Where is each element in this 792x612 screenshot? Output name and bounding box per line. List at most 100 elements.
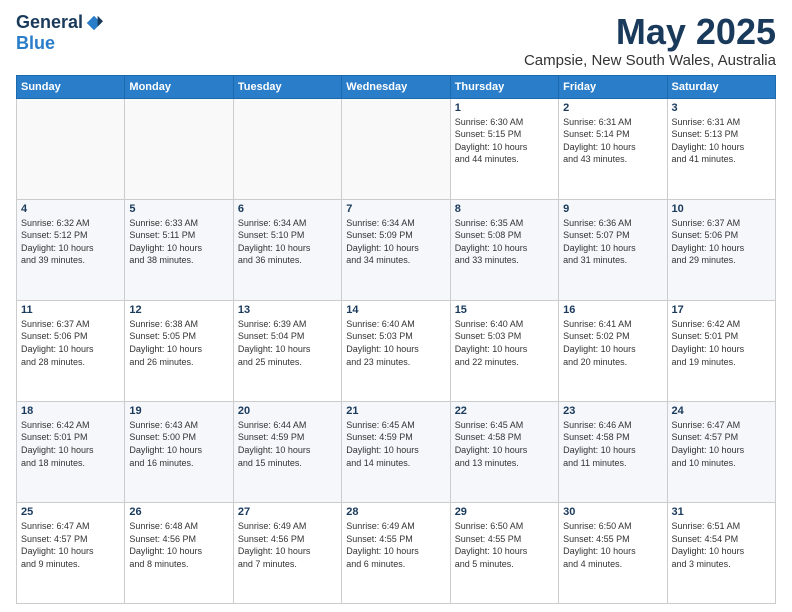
day-info: Sunrise: 6:31 AM Sunset: 5:13 PM Dayligh…: [672, 116, 771, 166]
day-number: 23: [563, 405, 662, 417]
day-info: Sunrise: 6:43 AM Sunset: 5:00 PM Dayligh…: [129, 419, 228, 469]
day-number: 8: [455, 203, 554, 215]
calendar-week-row: 25Sunrise: 6:47 AM Sunset: 4:57 PM Dayli…: [17, 502, 776, 603]
weekday-header: Saturday: [667, 75, 775, 98]
calendar-day-cell: [342, 98, 450, 199]
day-info: Sunrise: 6:42 AM Sunset: 5:01 PM Dayligh…: [21, 419, 120, 469]
day-number: 6: [238, 203, 337, 215]
day-number: 7: [346, 203, 445, 215]
day-info: Sunrise: 6:33 AM Sunset: 5:11 PM Dayligh…: [129, 217, 228, 267]
day-info: Sunrise: 6:34 AM Sunset: 5:09 PM Dayligh…: [346, 217, 445, 267]
day-info: Sunrise: 6:37 AM Sunset: 5:06 PM Dayligh…: [21, 318, 120, 368]
day-info: Sunrise: 6:48 AM Sunset: 4:56 PM Dayligh…: [129, 520, 228, 570]
day-number: 1: [455, 102, 554, 114]
calendar-day-cell: 30 Sunrise: 6:50 AM Sunset: 4:55 PM Dayli…: [559, 502, 667, 603]
day-number: 5: [129, 203, 228, 215]
calendar-day-cell: 7 Sunrise: 6:34 AM Sunset: 5:09 PM Daylig…: [342, 199, 450, 300]
calendar-day-cell: 17 Sunrise: 6:42 AM Sunset: 5:01 PM Dayli…: [667, 300, 775, 401]
weekday-header: Sunday: [17, 75, 125, 98]
day-number: 4: [21, 203, 120, 215]
day-number: 29: [455, 506, 554, 518]
calendar-day-cell: 20 Sunrise: 6:44 AM Sunset: 4:59 PM Dayli…: [233, 401, 341, 502]
calendar-day-cell: 28 Sunrise: 6:49 AM Sunset: 4:55 PM Dayli…: [342, 502, 450, 603]
day-number: 14: [346, 304, 445, 316]
calendar-day-cell: 14 Sunrise: 6:40 AM Sunset: 5:03 PM Dayli…: [342, 300, 450, 401]
calendar-day-cell: 6 Sunrise: 6:34 AM Sunset: 5:10 PM Daylig…: [233, 199, 341, 300]
day-number: 26: [129, 506, 228, 518]
day-number: 27: [238, 506, 337, 518]
day-info: Sunrise: 6:45 AM Sunset: 4:59 PM Dayligh…: [346, 419, 445, 469]
day-number: 22: [455, 405, 554, 417]
weekday-header: Thursday: [450, 75, 558, 98]
day-info: Sunrise: 6:44 AM Sunset: 4:59 PM Dayligh…: [238, 419, 337, 469]
day-info: Sunrise: 6:47 AM Sunset: 4:57 PM Dayligh…: [672, 419, 771, 469]
calendar-day-cell: 16Sunrise: 6:41 AM Sunset: 5:02 PM Dayli…: [559, 300, 667, 401]
day-number: 16: [563, 304, 662, 316]
calendar-day-cell: 5 Sunrise: 6:33 AM Sunset: 5:11 PM Daylig…: [125, 199, 233, 300]
weekday-header: Monday: [125, 75, 233, 98]
calendar-day-cell: 19 Sunrise: 6:43 AM Sunset: 5:00 PM Dayli…: [125, 401, 233, 502]
day-number: 11: [21, 304, 120, 316]
weekday-header: Tuesday: [233, 75, 341, 98]
weekday-header: Wednesday: [342, 75, 450, 98]
day-info: Sunrise: 6:34 AM Sunset: 5:10 PM Dayligh…: [238, 217, 337, 267]
day-info: Sunrise: 6:50 AM Sunset: 4:55 PM Dayligh…: [455, 520, 554, 570]
logo-general: General: [16, 12, 83, 33]
calendar-week-row: 4 Sunrise: 6:32 AM Sunset: 5:12 PM Daylig…: [17, 199, 776, 300]
calendar-header-row: SundayMondayTuesdayWednesdayThursdayFrid…: [17, 75, 776, 98]
day-number: 30: [563, 506, 662, 518]
month-title: May 2025: [524, 12, 776, 52]
calendar-day-cell: 9 Sunrise: 6:36 AM Sunset: 5:07 PM Daylig…: [559, 199, 667, 300]
calendar-day-cell: 23 Sunrise: 6:46 AM Sunset: 4:58 PM Dayli…: [559, 401, 667, 502]
calendar-day-cell: 29 Sunrise: 6:50 AM Sunset: 4:55 PM Dayli…: [450, 502, 558, 603]
day-number: 15: [455, 304, 554, 316]
calendar-week-row: 11 Sunrise: 6:37 AM Sunset: 5:06 PM Dayli…: [17, 300, 776, 401]
day-info: Sunrise: 6:38 AM Sunset: 5:05 PM Dayligh…: [129, 318, 228, 368]
day-number: 31: [672, 506, 771, 518]
calendar-day-cell: 22Sunrise: 6:45 AM Sunset: 4:58 PM Dayli…: [450, 401, 558, 502]
calendar-day-cell: [125, 98, 233, 199]
day-info: Sunrise: 6:50 AM Sunset: 4:55 PM Dayligh…: [563, 520, 662, 570]
day-number: 12: [129, 304, 228, 316]
day-number: 28: [346, 506, 445, 518]
weekday-header: Friday: [559, 75, 667, 98]
day-info: Sunrise: 6:42 AM Sunset: 5:01 PM Dayligh…: [672, 318, 771, 368]
location: Campsie, New South Wales, Australia: [524, 52, 776, 69]
day-info: Sunrise: 6:49 AM Sunset: 4:55 PM Dayligh…: [346, 520, 445, 570]
logo-blue-text: Blue: [16, 33, 55, 54]
calendar-day-cell: 18Sunrise: 6:42 AM Sunset: 5:01 PM Dayli…: [17, 401, 125, 502]
calendar-week-row: 1 Sunrise: 6:30 AM Sunset: 5:15 PM Daylig…: [17, 98, 776, 199]
calendar-day-cell: 8 Sunrise: 6:35 AM Sunset: 5:08 PM Daylig…: [450, 199, 558, 300]
calendar-day-cell: [233, 98, 341, 199]
day-info: Sunrise: 6:47 AM Sunset: 4:57 PM Dayligh…: [21, 520, 120, 570]
calendar-day-cell: 2Sunrise: 6:31 AM Sunset: 5:14 PM Daylig…: [559, 98, 667, 199]
page: General Blue May 2025 Campsie, New South…: [0, 0, 792, 612]
calendar-day-cell: 25Sunrise: 6:47 AM Sunset: 4:57 PM Dayli…: [17, 502, 125, 603]
calendar-day-cell: 10Sunrise: 6:37 AM Sunset: 5:06 PM Dayli…: [667, 199, 775, 300]
day-info: Sunrise: 6:30 AM Sunset: 5:15 PM Dayligh…: [455, 116, 554, 166]
calendar-day-cell: 21Sunrise: 6:45 AM Sunset: 4:59 PM Dayli…: [342, 401, 450, 502]
day-info: Sunrise: 6:46 AM Sunset: 4:58 PM Dayligh…: [563, 419, 662, 469]
calendar-day-cell: 13Sunrise: 6:39 AM Sunset: 5:04 PM Dayli…: [233, 300, 341, 401]
header: General Blue May 2025 Campsie, New South…: [16, 12, 776, 69]
day-info: Sunrise: 6:51 AM Sunset: 4:54 PM Dayligh…: [672, 520, 771, 570]
day-info: Sunrise: 6:36 AM Sunset: 5:07 PM Dayligh…: [563, 217, 662, 267]
calendar-day-cell: 24 Sunrise: 6:47 AM Sunset: 4:57 PM Dayli…: [667, 401, 775, 502]
calendar-day-cell: 11 Sunrise: 6:37 AM Sunset: 5:06 PM Dayli…: [17, 300, 125, 401]
calendar-day-cell: 4 Sunrise: 6:32 AM Sunset: 5:12 PM Daylig…: [17, 199, 125, 300]
logo-icon: [85, 14, 103, 32]
day-number: 20: [238, 405, 337, 417]
day-number: 9: [563, 203, 662, 215]
day-info: Sunrise: 6:32 AM Sunset: 5:12 PM Dayligh…: [21, 217, 120, 267]
logo: General Blue: [16, 12, 103, 54]
day-info: Sunrise: 6:40 AM Sunset: 5:03 PM Dayligh…: [346, 318, 445, 368]
calendar-day-cell: 1 Sunrise: 6:30 AM Sunset: 5:15 PM Daylig…: [450, 98, 558, 199]
day-info: Sunrise: 6:35 AM Sunset: 5:08 PM Dayligh…: [455, 217, 554, 267]
day-number: 10: [672, 203, 771, 215]
day-number: 24: [672, 405, 771, 417]
calendar-week-row: 18Sunrise: 6:42 AM Sunset: 5:01 PM Dayli…: [17, 401, 776, 502]
calendar-day-cell: 26 Sunrise: 6:48 AM Sunset: 4:56 PM Dayli…: [125, 502, 233, 603]
day-number: 2: [563, 102, 662, 114]
day-number: 17: [672, 304, 771, 316]
day-number: 19: [129, 405, 228, 417]
